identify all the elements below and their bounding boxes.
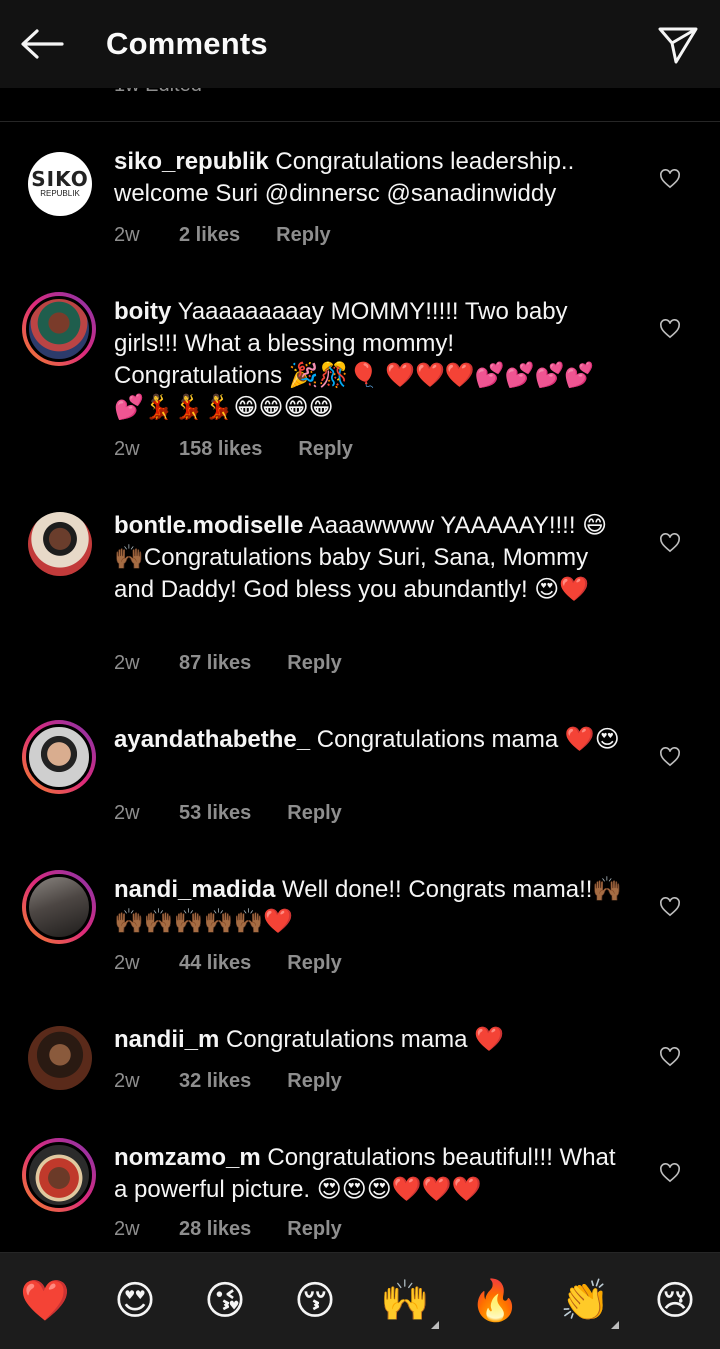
heart-outline-icon — [660, 1163, 680, 1183]
top-app-bar: Comments — [0, 0, 720, 88]
back-button[interactable] — [18, 24, 66, 64]
comment-likes[interactable]: 158 likes — [179, 438, 262, 461]
comment-time: 2w — [114, 952, 140, 974]
comment-likes[interactable]: 28 likes — [179, 1218, 251, 1241]
comment-text: nomzamo_m Congratulations beautiful!!! W… — [114, 1142, 624, 1206]
emoji-crying-button[interactable]: 😢 — [645, 1271, 705, 1331]
arrow-left-icon — [21, 29, 64, 59]
emoji-raised-hands-button[interactable]: 🙌 — [375, 1271, 439, 1331]
emoji-kissing-button[interactable]: 😚 — [285, 1271, 345, 1331]
comment-username[interactable]: nandi_madida — [114, 876, 275, 903]
reply-button[interactable]: Reply — [287, 1218, 341, 1241]
reply-button[interactable]: Reply — [287, 952, 341, 975]
comment-text: boity Yaaaaaaaaay MOMMY!!!!! Two baby gi… — [114, 296, 624, 424]
reply-button[interactable]: Reply — [287, 802, 341, 825]
comment-time: 2w — [114, 652, 140, 674]
comment-time: 2w — [114, 224, 140, 246]
comment-item: nomzamo_m Congratulations beautiful!!! W… — [0, 1118, 720, 1252]
comment-item: ayandathabethe_ Congratulations mama ❤️😍… — [0, 700, 720, 850]
comment-username[interactable]: nomzamo_m — [114, 1144, 261, 1171]
comment-username[interactable]: bontle.modiselle — [114, 512, 303, 539]
previous-comment-meta: 1w Edited — [0, 88, 720, 122]
avatar[interactable]: SIKO REPUBLIK — [28, 152, 92, 216]
comment-message: Congratulations mama ❤️ — [226, 1026, 505, 1053]
comment-likes[interactable]: 32 likes — [179, 1070, 251, 1093]
comment-time: 2w — [114, 438, 140, 460]
comment-time: 2w — [114, 802, 140, 824]
reply-button[interactable]: Reply — [287, 652, 341, 675]
comment-username[interactable]: siko_republik — [114, 148, 269, 175]
avatar[interactable] — [28, 1026, 92, 1090]
emoji-reaction-bar: ❤️ 😍 😘 😚 🙌 🔥 👏 😢 — [0, 1252, 720, 1349]
comment-meta: 2w 32 likes Reply — [114, 1070, 342, 1093]
emoji-clap-button[interactable]: 👏 — [555, 1271, 619, 1331]
reply-button[interactable]: Reply — [276, 224, 330, 247]
emoji-fire-button[interactable]: 🔥 — [465, 1271, 525, 1331]
like-button[interactable] — [656, 166, 684, 192]
avatar[interactable] — [22, 870, 96, 944]
avatar[interactable] — [22, 1138, 96, 1212]
comment-item: SIKO REPUBLIK siko_republik Congratulati… — [0, 122, 720, 272]
clapping-hands-icon: 👏 — [560, 1278, 610, 1324]
avatar-logo-sub: REPUBLIK — [40, 189, 80, 198]
comment-meta: 2w 87 likes Reply — [114, 652, 342, 675]
comment-item: boity Yaaaaaaaaay MOMMY!!!!! Two baby gi… — [0, 272, 720, 486]
like-button[interactable] — [656, 530, 684, 556]
comment-text: nandii_m Congratulations mama ❤️ — [114, 1024, 624, 1056]
like-button[interactable] — [656, 894, 684, 920]
comment-likes[interactable]: 2 likes — [179, 224, 240, 247]
raised-hands-icon: 🙌 — [380, 1278, 430, 1324]
comment-username[interactable]: ayandathabethe_ — [114, 726, 310, 753]
comment-meta: 2w 53 likes Reply — [114, 802, 342, 825]
heart-outline-icon — [660, 897, 680, 917]
comment-likes[interactable]: 53 likes — [179, 802, 251, 825]
heart-outline-icon — [660, 169, 680, 189]
comment-username[interactable]: nandii_m — [114, 1026, 219, 1053]
comment-item: bontle.modiselle Aaaawwww YAAAAAY!!!! 😄🙌… — [0, 486, 720, 700]
emoji-kiss-button[interactable]: 😘 — [195, 1271, 255, 1331]
heart-outline-icon — [660, 533, 680, 553]
skin-tone-indicator-icon — [611, 1321, 619, 1329]
comment-item: nandii_m Congratulations mama ❤️ 2w 32 l… — [0, 1000, 720, 1118]
comment-time: 2w — [114, 1218, 140, 1240]
comment-item: nandi_madida Well done!! Congrats mama!!… — [0, 850, 720, 1000]
comment-meta: 2w 2 likes Reply — [114, 224, 331, 247]
comment-message: Congratulations mama ❤️😍 — [316, 726, 620, 753]
comment-username[interactable]: boity — [114, 298, 171, 325]
heart-outline-icon — [660, 319, 680, 339]
comment-text: siko_republik Congratulations leadership… — [114, 146, 624, 210]
page-title: Comments — [106, 26, 268, 61]
comment-meta: 2w 44 likes Reply — [114, 952, 342, 975]
previous-comment-time: 1w Edited — [114, 88, 202, 97]
reply-button[interactable]: Reply — [287, 1070, 341, 1093]
comment-meta: 2w 158 likes Reply — [114, 438, 353, 461]
comment-message: Yaaaaaaaaay MOMMY!!!!! Two baby girls!!!… — [114, 298, 595, 421]
heart-outline-icon — [660, 1047, 680, 1067]
comment-text: ayandathabethe_ Congratulations mama ❤️😍 — [114, 724, 624, 756]
comment-time: 2w — [114, 1070, 140, 1092]
reply-button[interactable]: Reply — [298, 438, 352, 461]
avatar[interactable] — [22, 720, 96, 794]
skin-tone-indicator-icon — [431, 1321, 439, 1329]
like-button[interactable] — [656, 744, 684, 770]
like-button[interactable] — [656, 316, 684, 342]
comment-likes[interactable]: 87 likes — [179, 652, 251, 675]
comment-meta: 2w 28 likes Reply — [114, 1218, 342, 1241]
avatar[interactable] — [22, 292, 96, 366]
heart-outline-icon — [660, 747, 680, 767]
comment-text: bontle.modiselle Aaaawwww YAAAAAY!!!! 😄🙌… — [114, 510, 624, 606]
like-button[interactable] — [656, 1160, 684, 1186]
emoji-heart-button[interactable]: ❤️ — [15, 1271, 75, 1331]
like-button[interactable] — [656, 1044, 684, 1070]
avatar-logo-text: SIKO — [31, 167, 89, 191]
comment-text: nandi_madida Well done!! Congrats mama!!… — [114, 874, 624, 938]
emoji-heart-eyes-button[interactable]: 😍 — [105, 1271, 165, 1331]
avatar[interactable] — [28, 512, 92, 576]
share-button[interactable] — [656, 23, 700, 67]
comment-likes[interactable]: 44 likes — [179, 952, 251, 975]
paper-plane-icon — [658, 27, 698, 64]
